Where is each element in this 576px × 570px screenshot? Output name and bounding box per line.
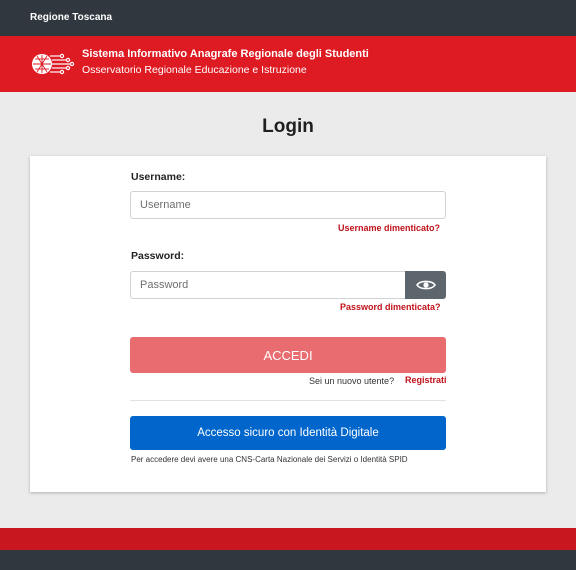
spid-login-button[interactable]: Accesso sicuro con Identità Digitale [130,416,446,450]
top-bar: Regione Toscana [0,0,576,36]
spid-note: Per accedere devi avere una CNS-Carta Na… [131,455,408,464]
page-title: Login [262,116,314,137]
circuit-network-logo [32,53,75,75]
username-label: Username: [131,171,186,183]
forgot-password-link[interactable]: Password dimenticata? [340,302,441,312]
password-label: Password: [131,250,185,262]
system-title: Sistema Informativo Anagrafe Regionale d… [82,48,369,60]
divider [130,400,446,401]
login-button[interactable]: ACCEDI [130,337,446,373]
new-user-text: Sei un nuovo utente? [309,376,395,386]
show-password-button[interactable] [405,271,446,299]
footer-bottom [0,550,576,570]
footer-band [0,528,576,550]
system-subtitle: Osservatorio Regionale Educazione e Istr… [82,64,307,76]
forgot-username-link[interactable]: Username dimenticato? [338,223,440,233]
register-link[interactable]: Registrati [405,375,447,385]
site-header: Sistema Informativo Anagrafe Regionale d… [0,36,576,92]
eye-icon [415,280,436,290]
region-name: Regione Toscana [30,12,113,23]
password-input[interactable] [130,271,406,299]
username-input[interactable] [130,191,446,219]
